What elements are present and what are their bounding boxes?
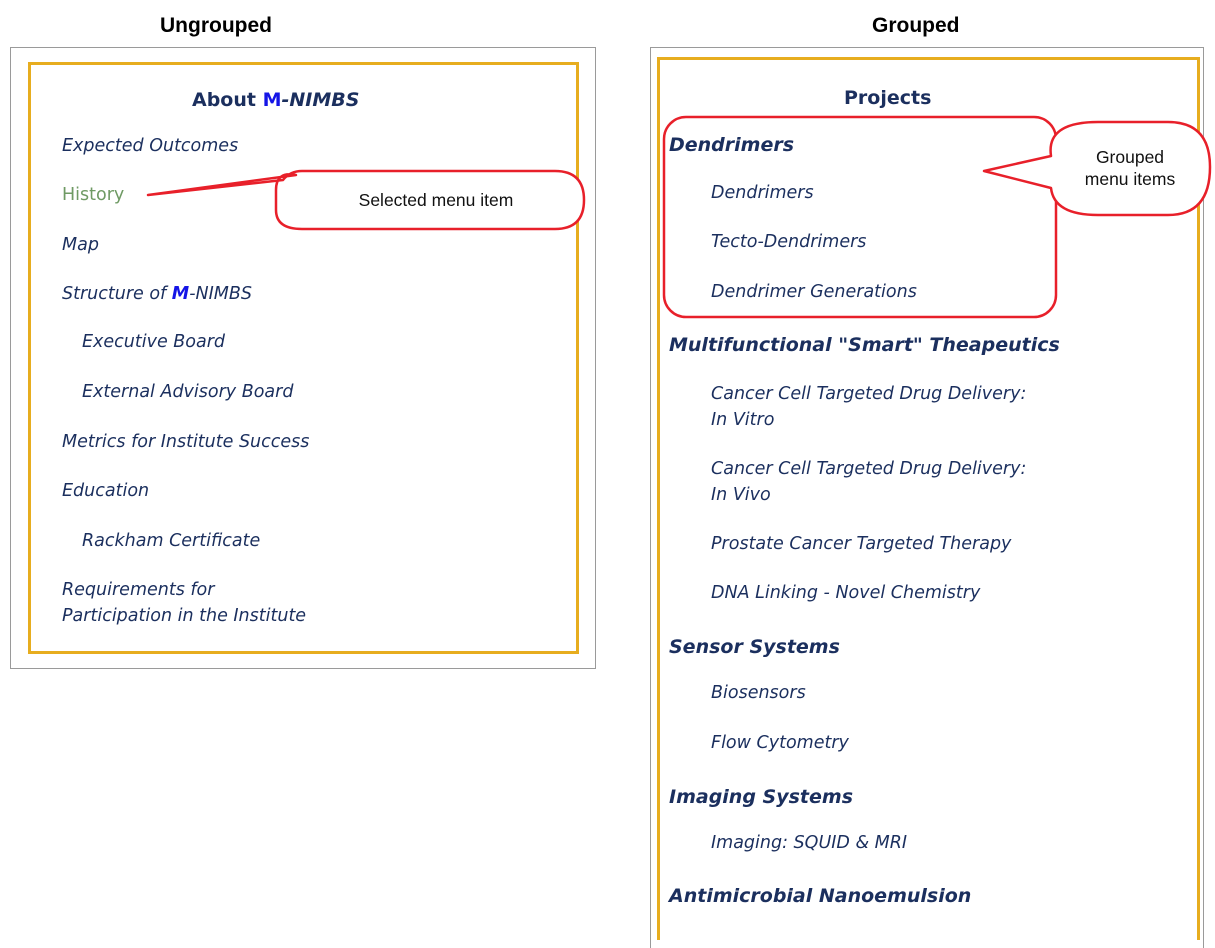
annotation-overlay xyxy=(146,115,1212,319)
selected-item-callout-text: Selected menu item xyxy=(358,190,514,210)
grouped-items-callout-text: Grouped menu items xyxy=(1084,147,1176,189)
grouped-items-highlight-box xyxy=(662,115,1058,319)
